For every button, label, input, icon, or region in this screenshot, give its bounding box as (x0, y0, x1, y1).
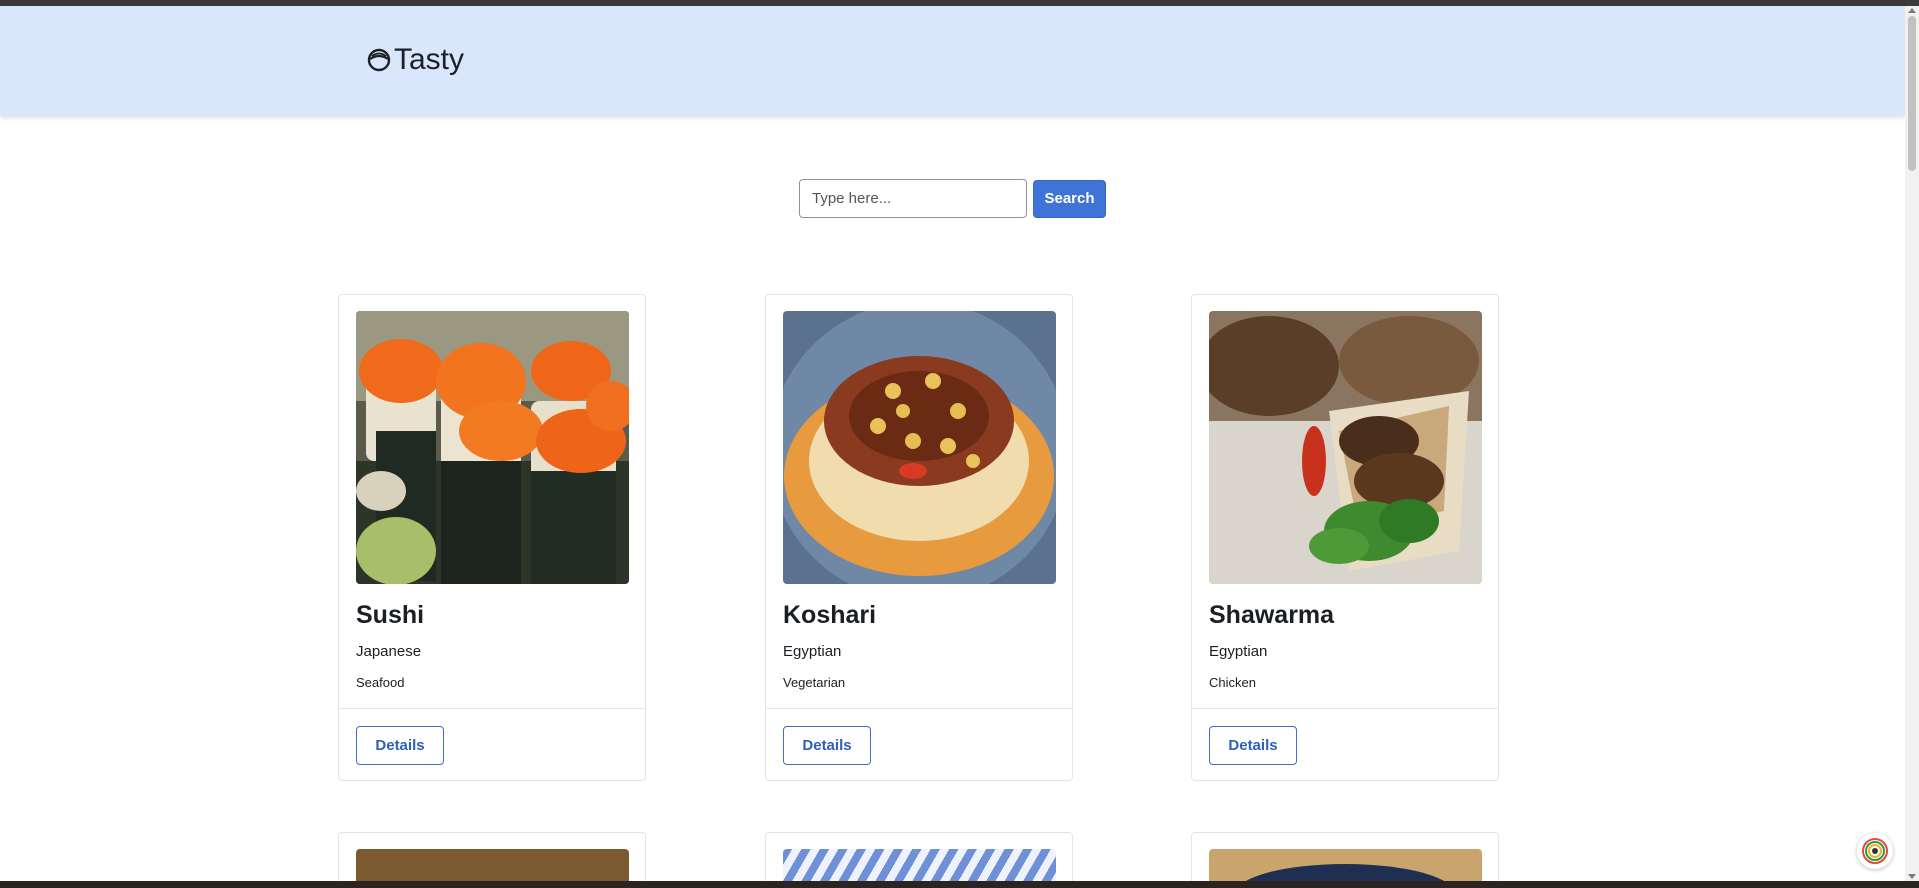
card-divider (1192, 708, 1498, 709)
recipe-cuisine: Egyptian (783, 643, 842, 660)
brand-logo[interactable]: Tasty (366, 43, 464, 77)
scroll-down-icon[interactable] (1908, 874, 1916, 879)
card-divider (766, 708, 1072, 709)
bowl-icon (366, 47, 392, 73)
search-input[interactable] (799, 179, 1027, 218)
recipe-cuisine: Egyptian (1209, 643, 1268, 660)
recipe-cuisine: Japanese (356, 643, 422, 660)
recipe-card-sushi: Sushi Japanese Seafood Details (338, 294, 646, 781)
recipe-card-koshari: Koshari Egyptian Vegetarian Details (765, 294, 1073, 781)
recipe-category: Seafood (356, 675, 405, 690)
recipe-category: Vegetarian (783, 675, 846, 690)
details-button-koshari[interactable]: Details (783, 726, 871, 765)
card-divider (339, 708, 645, 709)
search-bar: Search (799, 179, 1106, 218)
assistant-icon[interactable] (1857, 833, 1893, 869)
recipe-image-koshari (783, 311, 1056, 584)
recipe-image-sushi (356, 311, 629, 584)
recipe-card (1191, 832, 1499, 888)
browser-bottom-strip (0, 881, 1919, 888)
navbar: Tasty (0, 6, 1905, 116)
details-button-shawarma[interactable]: Details (1209, 726, 1297, 765)
recipe-card (338, 832, 646, 888)
search-button[interactable]: Search (1033, 179, 1106, 218)
recipe-image-shawarma (1209, 311, 1482, 584)
brand-name: Tasty (394, 43, 465, 76)
scrollbar-thumb[interactable] (1908, 16, 1916, 171)
recipe-title: Koshari (783, 601, 877, 629)
scroll-up-icon[interactable] (1908, 8, 1916, 13)
recipe-title: Sushi (356, 601, 425, 629)
recipe-card-shawarma: Shawarma Egyptian Chicken Details (1191, 294, 1499, 781)
page-scrollbar[interactable] (1905, 6, 1919, 881)
recipe-title: Shawarma (1209, 601, 1335, 629)
recipe-card (765, 832, 1073, 888)
recipe-category: Chicken (1209, 675, 1256, 690)
details-button-sushi[interactable]: Details (356, 726, 444, 765)
